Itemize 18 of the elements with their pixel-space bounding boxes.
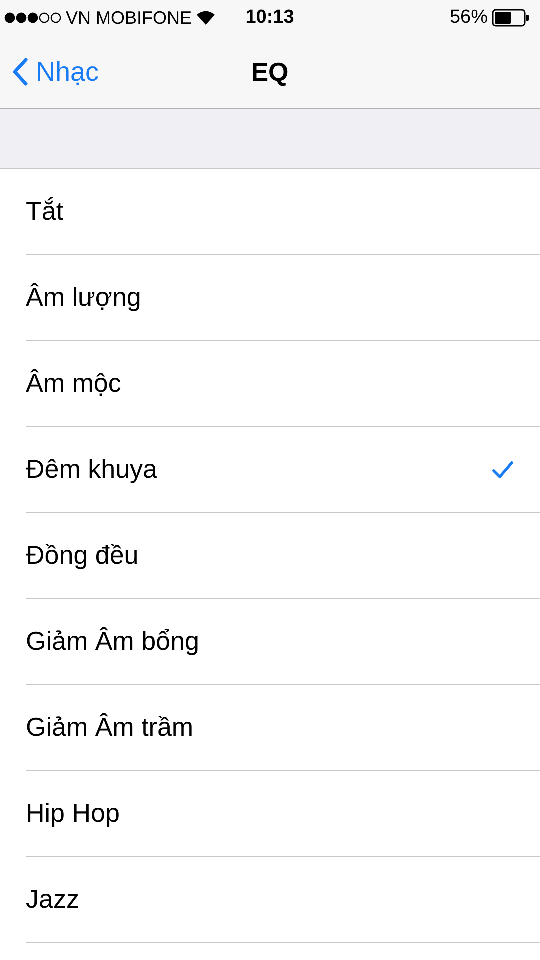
eq-option[interactable]: Đêm khuya (26, 427, 540, 513)
eq-option[interactable]: Jazz (26, 857, 540, 943)
battery-percent: 56% (450, 7, 488, 29)
eq-option[interactable]: Tắt (26, 169, 540, 255)
nav-title: EQ (251, 56, 289, 88)
battery-icon (492, 9, 530, 27)
signal-icon (4, 12, 62, 24)
eq-option[interactable]: Giảm Âm trầm (26, 685, 540, 771)
eq-option[interactable]: Đồng đều (26, 513, 540, 599)
wifi-icon (196, 10, 216, 26)
eq-option[interactable]: Giảm Âm bổng (26, 599, 540, 685)
eq-option[interactable]: Âm mộc (26, 341, 540, 427)
carrier-name: VN MOBIFONE (66, 8, 192, 28)
eq-option[interactable]: Âm lượng (26, 255, 540, 341)
eq-option[interactable]: Hip Hop (26, 771, 540, 857)
chevron-left-icon (12, 58, 28, 86)
status-time: 10:13 (246, 7, 294, 29)
back-button[interactable]: Nhạc (12, 50, 100, 94)
